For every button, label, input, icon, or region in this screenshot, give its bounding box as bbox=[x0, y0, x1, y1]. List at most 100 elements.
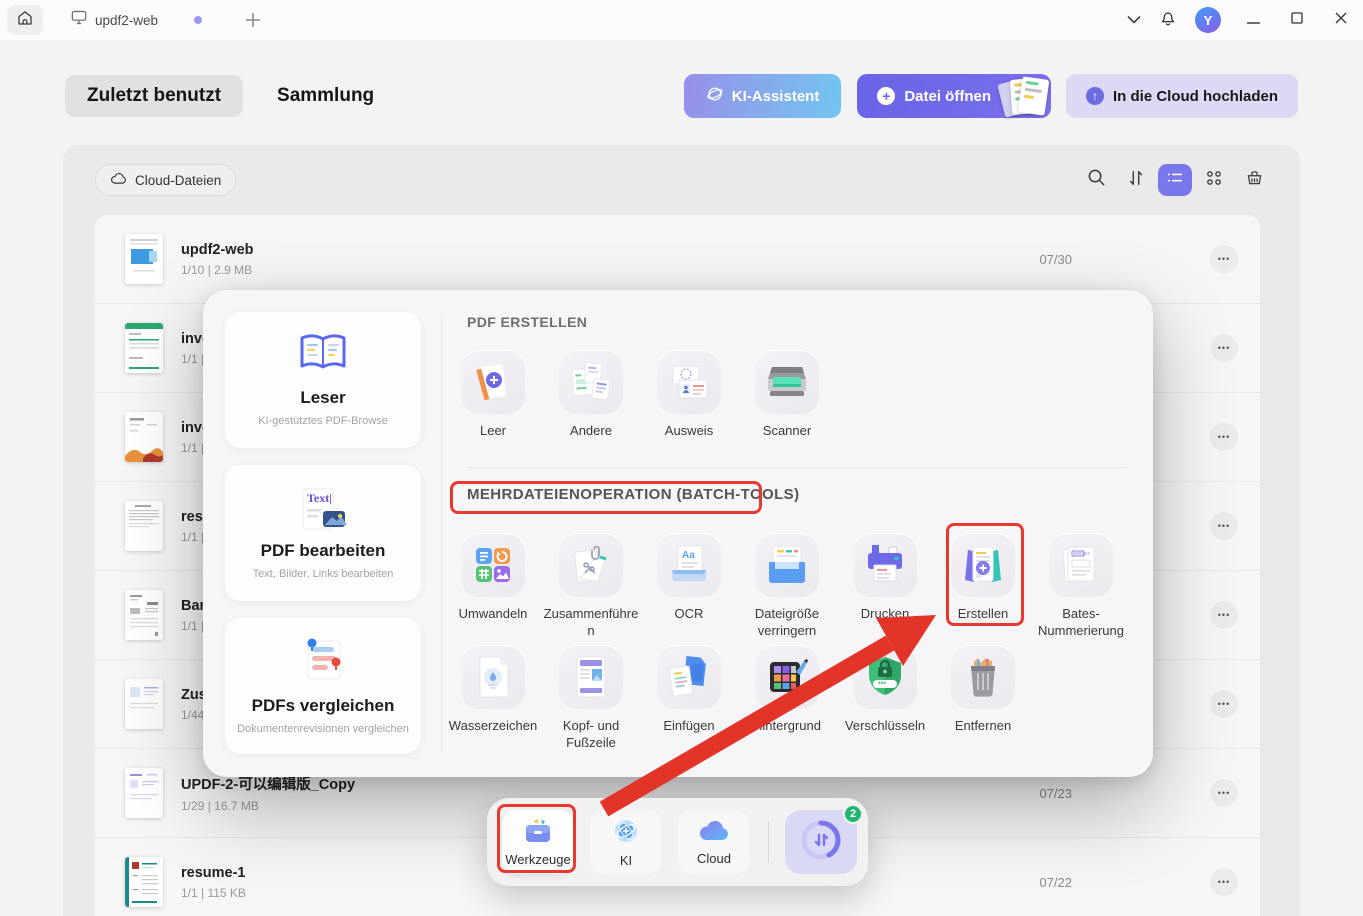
transfer-button[interactable]: 2 bbox=[785, 804, 863, 874]
tool-insert[interactable]: Einfügen bbox=[640, 645, 738, 752]
tool-bates[interactable]: 000123 Bates-Nummerierung bbox=[1032, 533, 1130, 640]
tab-recently-used[interactable]: Zuletzt benutzt bbox=[65, 75, 244, 117]
minimize-button[interactable] bbox=[1231, 3, 1275, 37]
compare-pdfs-card[interactable]: PDFs vergleichen Dokumentenrevisionen ve… bbox=[225, 618, 421, 754]
file-thumbnail bbox=[125, 857, 163, 907]
upload-arrow-icon: ↑ bbox=[1086, 87, 1104, 105]
tool-label: Einfügen bbox=[663, 718, 715, 733]
printer-icon bbox=[853, 533, 917, 597]
sort-button[interactable] bbox=[1118, 163, 1154, 197]
more-options-button[interactable] bbox=[1210, 601, 1238, 629]
tool-id-card[interactable]: Ausweis bbox=[640, 350, 738, 440]
ocr-icon: Aa bbox=[657, 533, 721, 597]
home-button[interactable] bbox=[7, 5, 43, 35]
new-tab-button[interactable] bbox=[245, 12, 261, 28]
unsaved-dot-icon bbox=[194, 16, 203, 24]
background-palette-icon bbox=[755, 645, 819, 709]
sort-arrows-icon bbox=[1127, 169, 1145, 192]
ai-assistant-button[interactable]: KI-Assistent bbox=[683, 74, 842, 118]
notifications-button[interactable] bbox=[1151, 5, 1185, 35]
tool-label: Andere bbox=[570, 423, 612, 438]
close-button[interactable] bbox=[1319, 3, 1363, 37]
more-options-button[interactable] bbox=[1210, 868, 1238, 896]
edit-pdf-card[interactable]: Text| PDF bearbeiten Text, Bilder, Links… bbox=[225, 465, 421, 601]
dock-ai-button[interactable]: KI bbox=[590, 810, 662, 874]
tool-label: Entfernen bbox=[954, 718, 1012, 733]
tool-blank[interactable]: Leer bbox=[444, 350, 542, 440]
tool-background[interactable]: Hintergrund bbox=[738, 645, 836, 752]
cloud-icon bbox=[110, 172, 127, 188]
upload-cloud-button[interactable]: ↑ In die Cloud hochladen bbox=[1066, 74, 1298, 118]
tool-scanner[interactable]: Scanner bbox=[738, 350, 836, 440]
header: Zuletzt benutzt Sammlung KI-Assistent + … bbox=[65, 73, 1298, 119]
tool-label: Zusammenführen bbox=[543, 606, 639, 638]
tool-ocr[interactable]: Aa OCR bbox=[640, 533, 738, 640]
list-view-icon bbox=[1166, 170, 1184, 191]
monitor-icon bbox=[71, 10, 87, 30]
create-pdf-icon bbox=[951, 533, 1015, 597]
open-book-icon bbox=[298, 333, 348, 378]
dock-label: Cloud bbox=[697, 850, 731, 866]
header-footer-icon bbox=[559, 645, 623, 709]
tool-encrypt[interactable]: *** Verschlüsseln bbox=[836, 645, 934, 752]
tab-collection[interactable]: Sammlung bbox=[255, 75, 396, 117]
reader-card[interactable]: Leser KI-gestütztes PDF-Browse bbox=[225, 312, 421, 448]
tool-create[interactable]: Erstellen bbox=[934, 533, 1032, 640]
create-section-title: PDF ERSTELLEN bbox=[467, 314, 588, 330]
merge-icon bbox=[559, 533, 623, 597]
tool-print[interactable]: Drucken bbox=[836, 533, 934, 640]
tool-remove[interactable]: Entfernen bbox=[934, 645, 1032, 752]
tab-label: updf2-web bbox=[95, 12, 159, 28]
file-thumbnail bbox=[125, 501, 163, 551]
watermark-icon bbox=[461, 645, 525, 709]
cloud-files-filter-button[interactable]: Cloud-Dateien bbox=[95, 164, 237, 196]
chevron-down-icon bbox=[1127, 11, 1141, 29]
tool-label: OCR bbox=[674, 606, 704, 621]
card-title: PDFs vergleichen bbox=[251, 696, 395, 715]
tool-watermark[interactable]: Wasserzeichen bbox=[444, 645, 542, 752]
tool-other[interactable]: Andere bbox=[542, 350, 640, 440]
transfer-progress-icon bbox=[799, 818, 843, 867]
avatar[interactable]: Y bbox=[1195, 7, 1221, 33]
toolbox-icon bbox=[523, 818, 553, 847]
more-options-button[interactable] bbox=[1210, 690, 1238, 718]
tool-convert[interactable]: Umwandeln bbox=[444, 533, 542, 640]
search-button[interactable] bbox=[1078, 163, 1114, 197]
file-thumbnail bbox=[125, 590, 163, 640]
ai-swirl-icon bbox=[706, 85, 724, 107]
maximize-button[interactable] bbox=[1275, 3, 1319, 37]
cleanup-button[interactable] bbox=[1236, 163, 1272, 197]
tool-label: Erstellen bbox=[957, 606, 1009, 621]
documents-illustration-icon bbox=[997, 76, 1050, 118]
compress-icon bbox=[755, 533, 819, 597]
card-subtitle: Dokumentenrevisionen vergleichen bbox=[237, 723, 409, 735]
more-options-button[interactable] bbox=[1210, 245, 1238, 273]
more-options-button[interactable] bbox=[1210, 423, 1238, 451]
open-file-button[interactable]: + Datei öffnen bbox=[857, 74, 1051, 118]
tool-label: Kopf- und Fußzeile bbox=[562, 718, 620, 750]
dock-cloud-button[interactable]: Cloud bbox=[678, 810, 750, 874]
multi-docs-icon bbox=[559, 350, 623, 414]
close-icon bbox=[1335, 11, 1347, 29]
tool-compress[interactable]: Dateigröße verringern bbox=[738, 533, 836, 640]
bates-number-icon: 000123 bbox=[1049, 533, 1113, 597]
scanner-icon bbox=[755, 350, 819, 414]
document-tab[interactable]: updf2-web bbox=[61, 5, 231, 35]
file-date: 07/23 bbox=[1039, 785, 1072, 801]
more-options-button[interactable] bbox=[1210, 779, 1238, 807]
more-options-button[interactable] bbox=[1210, 512, 1238, 540]
grid-view-button[interactable] bbox=[1196, 163, 1232, 197]
basket-icon bbox=[1245, 168, 1264, 192]
file-meta: 1/10 | 2.9 MB bbox=[181, 262, 253, 277]
tool-label: Umwandeln bbox=[458, 606, 528, 621]
dock-tools-button[interactable]: Werkzeuge bbox=[502, 810, 574, 874]
more-options-button[interactable] bbox=[1210, 334, 1238, 362]
tool-merge[interactable]: Zusammenführen bbox=[542, 533, 640, 640]
tool-label: Hintergrund bbox=[753, 718, 821, 733]
dropdown-chevron-button[interactable] bbox=[1117, 5, 1151, 35]
card-title: Leser bbox=[300, 388, 346, 407]
grid-view-icon bbox=[1205, 169, 1223, 192]
tool-header-footer[interactable]: Kopf- und Fußzeile bbox=[542, 645, 640, 752]
batch-tools-row2: Wasserzeichen Kopf- und Fußzeile Einfüge… bbox=[444, 645, 1130, 752]
list-view-button[interactable] bbox=[1158, 164, 1192, 196]
